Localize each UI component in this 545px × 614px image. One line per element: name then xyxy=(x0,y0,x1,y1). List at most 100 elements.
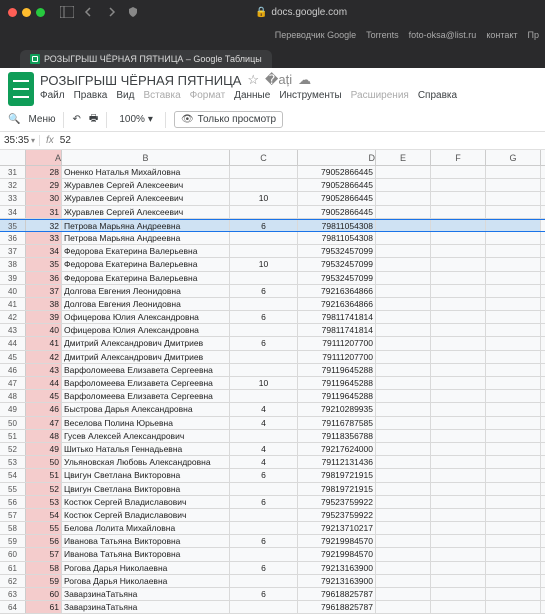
cell[interactable]: 79532457099 xyxy=(298,272,376,284)
cell[interactable]: 4 xyxy=(230,417,298,429)
cell[interactable] xyxy=(376,232,431,244)
cell[interactable]: 29 xyxy=(26,179,62,191)
formula-bar[interactable]: 52 xyxy=(60,135,71,146)
table-row[interactable]: 6259Рогова Дарья Николаевна79213163900 xyxy=(0,575,545,588)
cell[interactable]: Долгова Евгения Леонидовна xyxy=(62,285,230,297)
cell[interactable]: 79523759922 xyxy=(298,509,376,521)
table-row[interactable]: 6158Рогова Дарья Николаевна679213163900 xyxy=(0,562,545,575)
cell[interactable]: 4 xyxy=(230,403,298,415)
cell[interactable] xyxy=(376,562,431,574)
cell[interactable]: 54 xyxy=(26,509,62,521)
cell[interactable]: Гусев Алексей Александрович xyxy=(62,430,230,442)
cell[interactable]: 35 xyxy=(26,258,62,270)
cell[interactable] xyxy=(486,364,541,376)
cell[interactable] xyxy=(486,258,541,270)
row-header[interactable]: 40 xyxy=(0,285,26,297)
row-header[interactable]: 63 xyxy=(0,588,26,600)
cell[interactable] xyxy=(230,509,298,521)
cell[interactable] xyxy=(486,509,541,521)
cell[interactable]: 32 xyxy=(26,220,62,231)
cell[interactable] xyxy=(230,483,298,495)
cell[interactable]: Оненко Наталья Михайловна xyxy=(62,166,230,178)
cell[interactable] xyxy=(376,403,431,415)
table-row[interactable]: 3229Журавлев Сергей Алексеевич7905286644… xyxy=(0,179,545,192)
cell[interactable]: Цвигун Светлана Викторовна xyxy=(62,483,230,495)
cell[interactable] xyxy=(486,562,541,574)
cell[interactable]: 79112131436 xyxy=(298,456,376,468)
cell[interactable]: 79119645288 xyxy=(298,364,376,376)
cell[interactable] xyxy=(230,245,298,257)
cell[interactable]: 10 xyxy=(230,377,298,389)
cell[interactable] xyxy=(486,469,541,481)
cell[interactable]: ЗаварзинаТатьяна xyxy=(62,588,230,600)
cell[interactable]: ЗаварзинаТатьяна xyxy=(62,601,230,613)
cell[interactable]: 79532457099 xyxy=(298,245,376,257)
cell[interactable]: Петрова Марьяна Андреевна xyxy=(62,220,230,231)
spreadsheet-grid[interactable]: A B C D E F G 3128Оненко Наталья Михайло… xyxy=(0,150,545,614)
menu-Формат[interactable]: Формат xyxy=(190,90,226,101)
cell[interactable] xyxy=(431,562,486,574)
cell[interactable] xyxy=(486,403,541,415)
cell[interactable] xyxy=(376,272,431,284)
cell[interactable]: Ульяновская Любовь Александровна xyxy=(62,456,230,468)
cell[interactable] xyxy=(431,430,486,442)
cell[interactable] xyxy=(486,351,541,363)
row-header[interactable]: 50 xyxy=(0,417,26,429)
cell[interactable] xyxy=(486,548,541,560)
cell[interactable]: Федорова Екатерина Валерьевна xyxy=(62,258,230,270)
row-header[interactable]: 38 xyxy=(0,258,26,270)
cell[interactable]: 56 xyxy=(26,535,62,547)
cell[interactable]: 6 xyxy=(230,337,298,349)
cell[interactable]: 37 xyxy=(26,285,62,297)
close-window-button[interactable] xyxy=(8,8,17,17)
cell[interactable] xyxy=(431,272,486,284)
cell[interactable]: 79052866445 xyxy=(298,206,376,218)
document-title[interactable]: РОЗЫГРЫШ ЧЁРНАЯ ПЯТНИЦА xyxy=(40,73,241,88)
cell[interactable] xyxy=(486,166,541,178)
cell[interactable] xyxy=(376,166,431,178)
table-row[interactable]: 5754Костюк Сергей Владиславович795237599… xyxy=(0,509,545,522)
cell[interactable]: 4 xyxy=(230,443,298,455)
cell[interactable] xyxy=(376,509,431,521)
table-row[interactable]: 5249Шитько Наталья Геннадьевна4792176240… xyxy=(0,443,545,456)
col-header[interactable]: A xyxy=(26,150,62,165)
row-header[interactable]: 53 xyxy=(0,456,26,468)
cell[interactable]: 6 xyxy=(230,285,298,297)
cell[interactable] xyxy=(230,206,298,218)
cell[interactable] xyxy=(230,179,298,191)
cell[interactable] xyxy=(376,456,431,468)
cell[interactable] xyxy=(486,430,541,442)
cell[interactable] xyxy=(431,535,486,547)
cell[interactable] xyxy=(431,390,486,402)
table-row[interactable]: 3835Федорова Екатерина Валерьевна1079532… xyxy=(0,258,545,271)
cell[interactable] xyxy=(230,298,298,310)
cell[interactable]: 79216364866 xyxy=(298,298,376,310)
cell[interactable]: 45 xyxy=(26,390,62,402)
table-row[interactable]: 6057Иванова Татьяна Викторовна7921998457… xyxy=(0,548,545,561)
menu-label[interactable]: Меню xyxy=(28,114,55,125)
cell[interactable]: 79811741814 xyxy=(298,311,376,323)
cell[interactable]: Цвигун Светлана Викторовна xyxy=(62,469,230,481)
cell[interactable] xyxy=(230,324,298,336)
table-row[interactable]: 3128Оненко Наталья Михайловна79052866445 xyxy=(0,166,545,179)
cell[interactable]: 49 xyxy=(26,443,62,455)
col-header[interactable]: F xyxy=(431,150,486,165)
table-row[interactable]: 5552Цвигун Светлана Викторовна7981972191… xyxy=(0,483,545,496)
cell[interactable]: Белова Лолита Михайловна xyxy=(62,522,230,534)
row-header[interactable]: 41 xyxy=(0,298,26,310)
cell[interactable] xyxy=(431,377,486,389)
row-header[interactable]: 32 xyxy=(0,179,26,191)
cell[interactable]: 59 xyxy=(26,575,62,587)
sheets-logo-icon[interactable] xyxy=(8,72,34,106)
cell[interactable]: 79618825787 xyxy=(298,588,376,600)
cell[interactable]: 79052866445 xyxy=(298,192,376,204)
minimize-window-button[interactable] xyxy=(22,8,31,17)
cell[interactable] xyxy=(230,272,298,284)
cell[interactable] xyxy=(431,588,486,600)
cell[interactable]: 79119645288 xyxy=(298,377,376,389)
menu-Справка[interactable]: Справка xyxy=(418,90,457,101)
cell[interactable]: 79116787585 xyxy=(298,417,376,429)
cell[interactable] xyxy=(431,285,486,297)
cell[interactable]: Костюк Сергей Владиславович xyxy=(62,496,230,508)
cell[interactable]: 79111207700 xyxy=(298,351,376,363)
